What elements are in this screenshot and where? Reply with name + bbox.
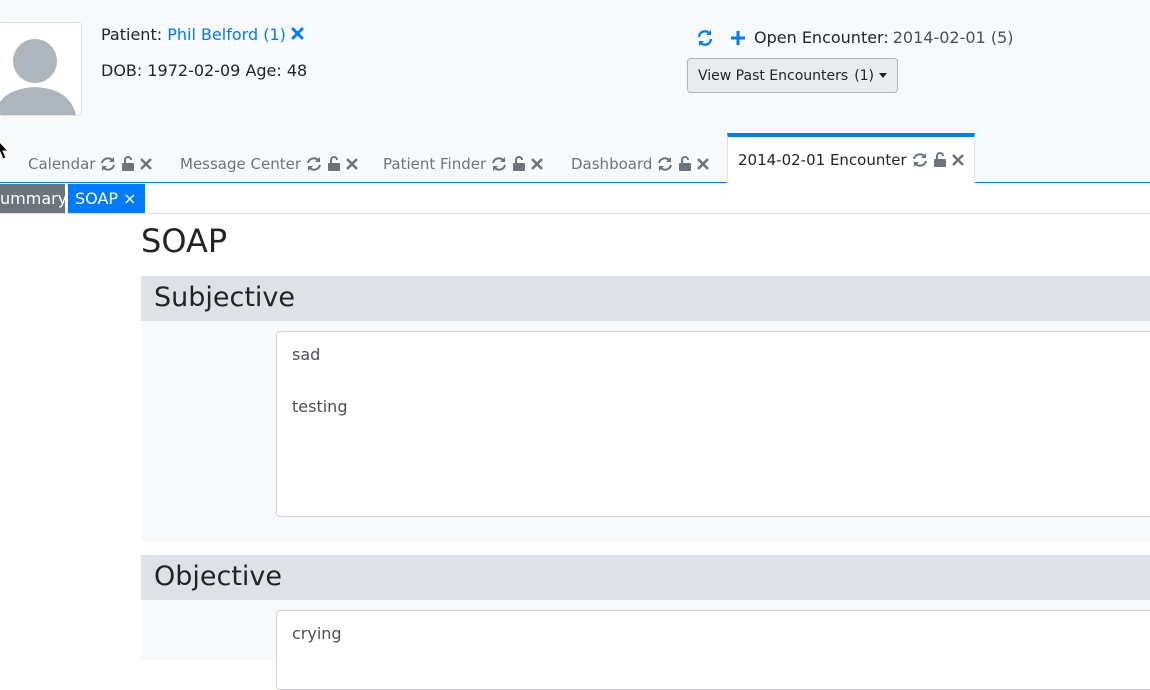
view-past-encounters-button[interactable]: View Past Encounters (1): [687, 58, 899, 93]
subjective-section: Subjective sad testing: [141, 276, 1150, 542]
unlock-icon[interactable]: [678, 156, 692, 172]
tab-label: Dashboard: [571, 155, 653, 173]
tab-label: Patient Finder: [383, 155, 487, 173]
unlock-icon[interactable]: [121, 156, 135, 172]
subjective-body: sad testing: [141, 321, 1150, 542]
encounter-subtab-bar: ummary SOAP ×: [0, 183, 1150, 214]
subtab-summary[interactable]: ummary: [0, 184, 67, 213]
past-encounters-count: (1): [854, 67, 875, 84]
patient-avatar: [0, 22, 82, 116]
tab-encounter[interactable]: 2014-02-01 Encounter: [727, 133, 975, 183]
past-encounters-label: View Past Encounters: [698, 67, 849, 84]
add-encounter-icon[interactable]: [730, 30, 746, 46]
tab-dashboard[interactable]: Dashboard: [571, 145, 710, 183]
refresh-icon[interactable]: [696, 29, 714, 47]
page-title: SOAP: [141, 222, 228, 260]
refresh-icon[interactable]: [100, 156, 116, 172]
close-patient-icon[interactable]: [291, 25, 304, 44]
patient-label: Patient:: [101, 25, 163, 44]
tab-label: Calendar: [28, 155, 96, 173]
open-encounter-label: Open Encounter:: [754, 28, 889, 47]
patient-dob-age: DOB: 1972-02-09 Age: 48: [101, 61, 308, 80]
tab-patient-finder[interactable]: Patient Finder: [383, 145, 544, 183]
chevron-down-icon: [879, 73, 888, 78]
tab-calendar[interactable]: Calendar: [28, 145, 153, 183]
refresh-icon[interactable]: [912, 152, 928, 168]
objective-heading: Objective: [141, 555, 1150, 600]
subjective-heading: Subjective: [141, 276, 1150, 321]
close-icon[interactable]: [531, 158, 544, 170]
refresh-icon[interactable]: [306, 156, 322, 172]
patient-header: Patient: Phil Belford (1) DOB: 1972-02-0…: [0, 0, 1150, 183]
close-icon[interactable]: [140, 158, 153, 170]
unlock-icon[interactable]: [512, 156, 526, 172]
refresh-icon[interactable]: [491, 156, 507, 172]
person-silhouette-icon: [0, 39, 76, 115]
open-encounter-line: Open Encounter: 2014-02-01 (5): [696, 28, 1013, 47]
open-encounter-value: 2014-02-01 (5): [892, 28, 1014, 47]
unlock-icon[interactable]: [933, 152, 947, 168]
objective-body: crying: [141, 600, 1150, 690]
tab-label: 2014-02-01 Encounter: [738, 151, 907, 169]
close-icon[interactable]: [951, 154, 964, 166]
patient-name-line: Patient: Phil Belford (1): [101, 25, 304, 44]
subtab-soap[interactable]: SOAP ×: [68, 184, 145, 213]
close-icon[interactable]: [697, 158, 710, 170]
refresh-icon[interactable]: [657, 156, 673, 172]
objective-textarea[interactable]: crying: [276, 610, 1150, 690]
close-icon[interactable]: [346, 158, 358, 170]
tab-message-center[interactable]: Message Center: [180, 145, 358, 183]
main-tab-bar: Calendar Message Center Patient Finder D…: [0, 133, 1150, 183]
tab-label: Message Center: [180, 155, 301, 173]
unlock-icon[interactable]: [327, 156, 341, 172]
objective-section: Objective crying: [141, 555, 1150, 690]
subjective-textarea[interactable]: sad testing: [276, 331, 1150, 517]
patient-name-link[interactable]: Phil Belford (1): [167, 25, 286, 44]
